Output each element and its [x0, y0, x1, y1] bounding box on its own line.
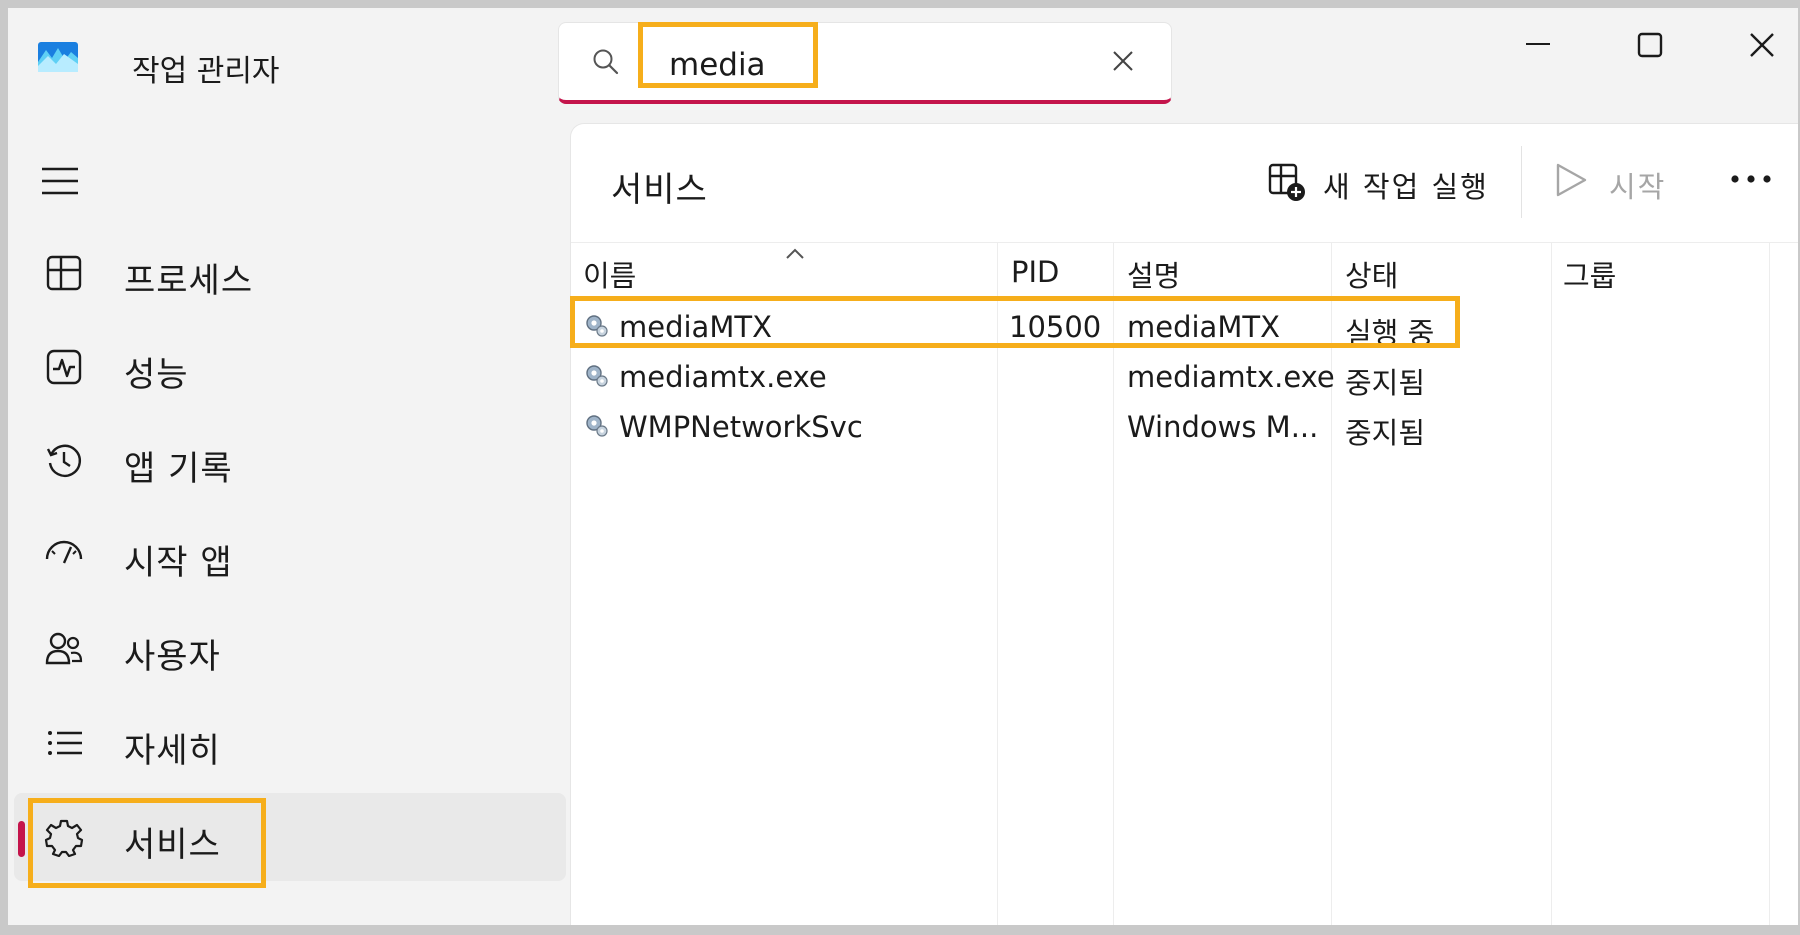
service-gear-icon: [586, 365, 608, 387]
start-service-label: 시작: [1609, 170, 1667, 204]
service-name: mediamtx.exe: [619, 360, 827, 394]
service-description: mediamtx.exe: [1127, 360, 1335, 394]
task-manager-app-icon: [38, 42, 78, 72]
service-status: 중지됨: [1345, 416, 1426, 450]
more-options-icon[interactable]: [1729, 164, 1773, 194]
minimize-button[interactable]: [1508, 22, 1568, 72]
close-button[interactable]: [1732, 22, 1792, 72]
column-header-name[interactable]: 이름: [583, 248, 804, 295]
sidebar-item-startup-apps[interactable]: 시작 앱: [14, 511, 566, 599]
sidebar-item-label: 프로세스: [124, 261, 254, 301]
run-new-task-label: 새 작업 실행: [1323, 170, 1489, 204]
sidebar-item-label: 앱 기록: [124, 449, 233, 489]
maximize-button[interactable]: [1620, 22, 1680, 72]
details-icon: [48, 731, 82, 755]
sidebar-item-label: 자세히: [124, 731, 221, 771]
sidebar-item-label: 사용자: [124, 637, 221, 677]
task-manager-window: 작업 관리자 media 프로세스 성능 앱 기록 시작 앱 사용자 자세히 서…: [0, 0, 1800, 935]
active-indicator: [18, 821, 25, 857]
column-header-pid[interactable]: PID: [1011, 255, 1059, 289]
service-name: WMPNetworkSvc: [619, 410, 863, 444]
processes-icon: [46, 255, 82, 291]
command-bar-divider: [1521, 146, 1522, 218]
sidebar-item-processes[interactable]: 프로세스: [14, 229, 566, 317]
column-header-label: 이름: [583, 259, 637, 293]
title-bar: 작업 관리자: [8, 8, 1798, 123]
services-table-header: 이름 PID 설명 상태 그룹: [571, 242, 1799, 302]
column-header-status[interactable]: 상태: [1345, 253, 1398, 295]
page-title: 서비스: [611, 170, 708, 210]
table-row[interactable]: mediamtx.exe mediamtx.exe 중지됨: [571, 352, 1799, 402]
search-icon: [593, 49, 619, 75]
sidebar-item-label: 성능: [124, 355, 189, 395]
play-icon: [1556, 163, 1587, 197]
highlight-services-tab: [28, 798, 266, 888]
highlight-search-term: [638, 22, 818, 88]
clear-search-icon[interactable]: [1111, 49, 1135, 73]
sidebar-item-users[interactable]: 사용자: [14, 605, 566, 693]
service-gear-icon: [586, 415, 608, 437]
sidebar-item-performance[interactable]: 성능: [14, 323, 566, 411]
column-header-description[interactable]: 설명: [1127, 253, 1180, 295]
hamburger-menu-icon[interactable]: [40, 165, 80, 197]
service-description: Windows M...: [1127, 410, 1319, 444]
app-title: 작업 관리자: [132, 54, 280, 89]
sidebar-item-app-history[interactable]: 앱 기록: [14, 417, 566, 505]
services-page: 서비스 새 작업 실행 시작 이름 PID 설명 상태 그룹 mediaMTX …: [570, 123, 1799, 926]
highlight-mediamtx-row: [570, 296, 1460, 348]
column-header-group[interactable]: 그룹: [1563, 253, 1616, 295]
sidebar-item-label: 시작 앱: [124, 543, 233, 583]
table-row[interactable]: WMPNetworkSvc Windows M... 중지됨: [571, 402, 1799, 452]
performance-icon: [46, 349, 82, 385]
sidebar-item-details[interactable]: 자세히: [14, 699, 566, 787]
startup-apps-icon: [45, 540, 83, 564]
app-history-icon: [46, 444, 82, 477]
sort-ascending-icon: [786, 248, 804, 259]
users-icon: [45, 632, 83, 665]
new-task-icon: [1268, 163, 1305, 201]
service-status: 중지됨: [1345, 366, 1426, 400]
